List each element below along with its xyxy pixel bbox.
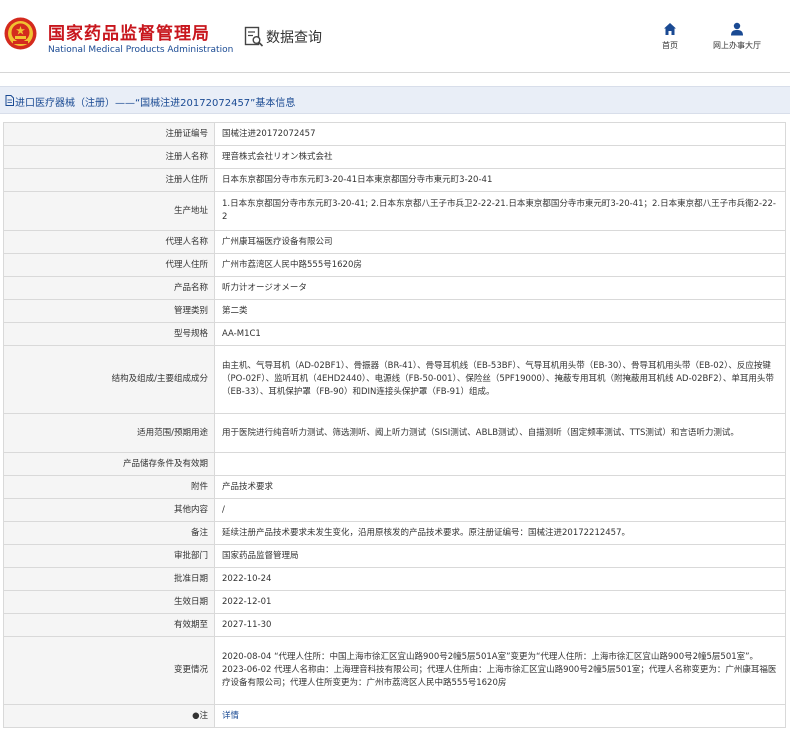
table-row: 其他内容 / [3,498,786,522]
row-label: 适用范围/预期用途 [3,413,215,453]
row-label: 生产地址 [3,191,215,231]
table-row: 代理人住所 广州市荔湾区人民中路555号1620房 [3,253,786,277]
query-document-icon [244,26,264,47]
table-row: 代理人名称 广州康耳福医疗设备有限公司 [3,230,786,254]
change-history-value: 2020-08-04 “代理人住所：中国上海市徐汇区宜山路900号2幢5层501… [214,636,786,705]
row-label: 批准日期 [3,567,215,591]
registration-detail-table: 注册证编号 国械注进20172072457 注册人名称 理音株式会社リオン株式会社 … [3,122,786,728]
table-row: 管理类别 第二类 [3,299,786,323]
home-icon [664,23,676,35]
change-entry: 2020-08-04 “代理人住所：中国上海市徐汇区宜山路900号2幢5层501… [222,652,759,662]
breadcrumb-bar: 进口医疗器械（注册）——“国械注进20172072457”基本信息 [0,86,790,114]
row-label: 附件 [3,475,215,499]
national-emblem-icon[interactable] [4,17,37,50]
row-value: 国家药品监督管理局 [214,544,786,568]
row-label: 注册人住所 [3,168,215,192]
row-value: 产品技术要求 [214,475,786,499]
user-icon [731,22,743,36]
table-row: 注册证编号 国械注进20172072457 [3,122,786,146]
breadcrumb: 进口医疗器械（注册）——“国械注进20172072457”基本信息 [15,98,296,109]
row-value: 第二类 [214,299,786,323]
table-row: 备注 延续注册产品技术要求未发生变化，沿用原核发的产品技术要求。原注册证编号：国械… [3,521,786,545]
row-value: 2022-10-24 [214,567,786,591]
table-row: 型号规格 AA-M1C1 [3,322,786,346]
details-link[interactable]: 详情 [222,711,239,721]
row-value: 2022-12-01 [214,590,786,614]
row-label: 产品储存条件及有效期 [3,452,215,476]
table-row: 适用范围/预期用途 用于医院进行纯音听力测试、筛选测听、阈上听力测试（SISI测试… [3,413,786,453]
row-value: 理音株式会社リオン株式会社 [214,145,786,169]
note-label: ●注 [3,704,215,728]
row-value: 国械注进20172072457 [214,122,786,146]
row-label: 代理人住所 [3,253,215,277]
document-icon [5,95,14,106]
header-divider [0,72,790,73]
table-row: 产品储存条件及有效期 [3,452,786,476]
row-label: 备注 [3,521,215,545]
site-header: 国家药品监督管理局 National Medical Products Admi… [0,0,790,72]
table-row: 结构及组成/主要组成成分 由主机、气导耳机（AD-02BF1）、骨振器（BR-41… [3,345,786,414]
change-entry: 2023-06-02 代理人名称由：上海理音科技有限公司；代理人住所由：上海市徐… [222,665,777,688]
row-label: 产品名称 [3,276,215,300]
site-title[interactable]: 国家药品监督管理局 [48,19,210,44]
row-label: 有效期至 [3,613,215,637]
row-value: 1.日本东京都国分寺市东元町3-20-41; 2.日本东京都八王子市兵卫2-22… [214,191,786,231]
nav-online-service-hall-label: 网上办事大厅 [713,41,761,50]
change-history-label: 变更情况 [3,636,215,705]
row-label: 代理人名称 [3,230,215,254]
change-history-row: 变更情况 2020-08-04 “代理人住所：中国上海市徐汇区宜山路900号2幢… [3,636,786,705]
row-label: 型号规格 [3,322,215,346]
table-row: 注册人名称 理音株式会社リオン株式会社 [3,145,786,169]
row-value: 广州市荔湾区人民中路555号1620房 [214,253,786,277]
row-label: 生效日期 [3,590,215,614]
table-row: 注册人住所 日本东京都国分寺市东元町3-20-41日本東京都国分寺市東元町3-20… [3,168,786,192]
note-value: 详情 [214,704,786,728]
data-query-label: 数据查询 [266,30,322,46]
nav-home-label: 首页 [662,41,678,50]
nav-home[interactable]: 首页 [652,22,688,51]
table-row: 附件 产品技术要求 [3,475,786,499]
site-subtitle: National Medical Products Administration [48,45,234,55]
row-value: 用于医院进行纯音听力测试、筛选测听、阈上听力测试（SISI测试、ABLB测试）、… [214,413,786,453]
row-value [214,452,786,476]
row-label: 注册证编号 [3,122,215,146]
row-value: 广州康耳福医疗设备有限公司 [214,230,786,254]
row-label: 注册人名称 [3,145,215,169]
row-label: 管理类别 [3,299,215,323]
nav-online-service-hall[interactable]: 网上办事大厅 [704,22,770,51]
row-value: 2027-11-30 [214,613,786,637]
row-value: 日本东京都国分寺市东元町3-20-41日本東京都国分寺市東元町3-20-41 [214,168,786,192]
row-value: 听力计オージオメータ [214,276,786,300]
row-value: / [214,498,786,522]
row-value: AA-M1C1 [214,322,786,346]
table-row: 审批部门 国家药品监督管理局 [3,544,786,568]
table-row: 生效日期 2022-12-01 [3,590,786,614]
row-value: 延续注册产品技术要求未发生变化，沿用原核发的产品技术要求。原注册证编号：国械注进… [214,521,786,545]
table-row: 有效期至 2027-11-30 [3,613,786,637]
row-label: 结构及组成/主要组成成分 [3,345,215,414]
row-label: 其他内容 [3,498,215,522]
table-row: 产品名称 听力计オージオメータ [3,276,786,300]
table-row: 批准日期 2022-10-24 [3,567,786,591]
row-label: 审批部门 [3,544,215,568]
note-row: ●注 详情 [3,704,786,728]
row-value: 由主机、气导耳机（AD-02BF1）、骨振器（BR-41）、骨导耳机线（EB-5… [214,345,786,414]
table-row: 生产地址 1.日本东京都国分寺市东元町3-20-41; 2.日本东京都八王子市兵卫… [3,191,786,231]
